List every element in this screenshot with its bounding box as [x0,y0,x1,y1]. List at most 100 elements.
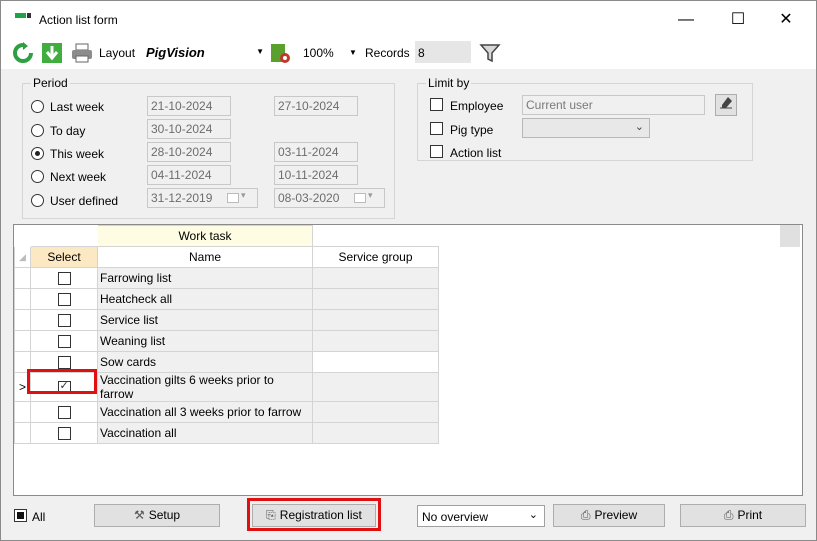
name-cell: Heatcheck all [97,288,313,310]
setup-button[interactable]: ⚒ Setup [94,504,220,527]
employee-field[interactable]: Current user [522,95,705,115]
maximize-button[interactable]: ☐ [723,9,753,31]
name-cell: Weaning list [97,330,313,352]
preview-button[interactable]: ⎙ Preview [553,504,665,527]
printer-icon: ⎙ [723,508,734,522]
wrench-icon: ⚒ [133,508,145,522]
eraser-button[interactable] [715,94,737,116]
name-cell: Vaccination gilts 6 weeks prior to farro… [97,372,313,402]
name-cell: Farrowing list [97,267,313,289]
name-cell: Vaccination all [97,422,313,444]
close-button[interactable]: ✕ [771,9,801,31]
select-cell[interactable] [30,351,98,373]
calendar-icon[interactable] [227,190,246,203]
next-week-from: 04-11-2024 [147,165,231,185]
table-row[interactable]: Heatcheck all [14,288,439,310]
service-group-cell [312,401,439,423]
registration-list-button[interactable]: ⎘ Registration list [252,504,376,527]
filter-icon[interactable] [479,42,501,64]
refresh-icon[interactable] [12,42,34,64]
table-row[interactable]: Vaccination all 3 weeks prior to farrow [14,401,439,423]
action-list-checkbox[interactable] [430,145,443,158]
table-row[interactable]: Vaccination all [14,422,439,444]
table-row[interactable]: Sow cards [14,351,439,373]
chevron-down-icon: ▼ [256,47,264,56]
employee-label: Employee [450,99,504,113]
row-indicator [14,422,31,444]
pig-type-label: Pig type [450,123,494,137]
radio-button-selected[interactable] [31,147,44,160]
table-row[interactable]: > Vaccination gilts 6 weeks prior to far… [14,372,439,402]
row-checkbox-checked[interactable] [57,379,71,395]
radio-button[interactable] [31,124,44,137]
name-cell: Vaccination all 3 weeks prior to farrow [97,401,313,423]
col-service-group-header[interactable]: Service group [312,246,439,268]
name-cell: Sow cards [97,351,313,373]
row-checkbox[interactable] [57,406,71,420]
table-row[interactable]: Service list [14,309,439,331]
row-checkbox[interactable] [57,272,71,286]
printer-icon[interactable] [71,42,93,64]
select-cell[interactable] [30,401,98,423]
select-cell[interactable] [30,309,98,331]
select-cell[interactable] [30,372,98,402]
overview-value: No overview [422,510,489,524]
overview-select[interactable]: No overview ⌄ [417,505,545,527]
pig-type-select[interactable]: ⌄ [522,118,650,138]
print-button[interactable]: ⎙ Print [680,504,806,527]
pig-type-checkbox[interactable] [430,122,443,135]
zoom-select[interactable]: 100% ▼ [301,42,361,64]
toolbar: Layout PigVision ▼ 100% ▼ Records 8 [1,37,816,69]
select-cell[interactable] [30,422,98,444]
row-checkbox[interactable] [57,314,71,328]
all-checkbox[interactable] [14,509,27,522]
zoom-value: 100% [303,46,334,60]
row-checkbox[interactable] [57,335,71,349]
radio-button[interactable] [31,100,44,113]
layout-settings-icon[interactable] [269,42,291,64]
table-row[interactable]: Weaning list [14,330,439,352]
records-label: Records [365,46,410,60]
user-defined-from[interactable]: 31-12-2019 [147,188,258,208]
service-group-cell [312,351,439,373]
radio-button[interactable] [31,194,44,207]
table-row[interactable]: Farrowing list [14,267,439,289]
date-value: 08-03-2020 [278,191,340,205]
minimize-button[interactable]: — [671,9,701,31]
service-group-cell [312,372,439,402]
radio-label: User defined [50,194,119,208]
calendar-icon[interactable] [354,190,373,203]
row-checkbox[interactable] [57,356,71,370]
period-legend: Period [31,76,70,90]
layout-label: Layout [99,46,136,60]
col-name-header[interactable]: Name [97,246,313,268]
band-header: Work task [97,225,313,247]
app-icon [15,13,31,18]
preview-label: Preview [594,508,638,522]
select-cell[interactable] [30,267,98,289]
service-group-cell [312,288,439,310]
all-label: All [32,510,46,524]
row-indicator [14,288,31,310]
corner-cell: ◢ [14,246,31,268]
col-select-header[interactable]: Select [30,246,98,268]
preview-icon: ⎙ [580,508,591,522]
employee-checkbox[interactable] [430,98,443,111]
this-week-from: 28-10-2024 [147,142,231,162]
layout-select[interactable]: PigVision ▼ [144,42,266,64]
select-cell[interactable] [30,288,98,310]
next-week-to: 10-11-2024 [274,165,358,185]
select-cell[interactable] [30,330,98,352]
user-defined-to[interactable]: 08-03-2020 [274,188,385,208]
row-checkbox[interactable] [57,293,71,307]
records-count: 8 [415,41,471,63]
last-week-from: 21-10-2024 [147,96,231,116]
row-checkbox[interactable] [57,427,71,441]
today-date: 30-10-2024 [147,119,231,139]
service-group-cell [312,330,439,352]
registration-icon: ⎘ [266,508,276,522]
download-icon[interactable] [41,42,63,64]
chevron-down-icon: ▼ [349,48,357,57]
scrollbar-stub[interactable] [780,225,800,247]
radio-button[interactable] [31,170,44,183]
